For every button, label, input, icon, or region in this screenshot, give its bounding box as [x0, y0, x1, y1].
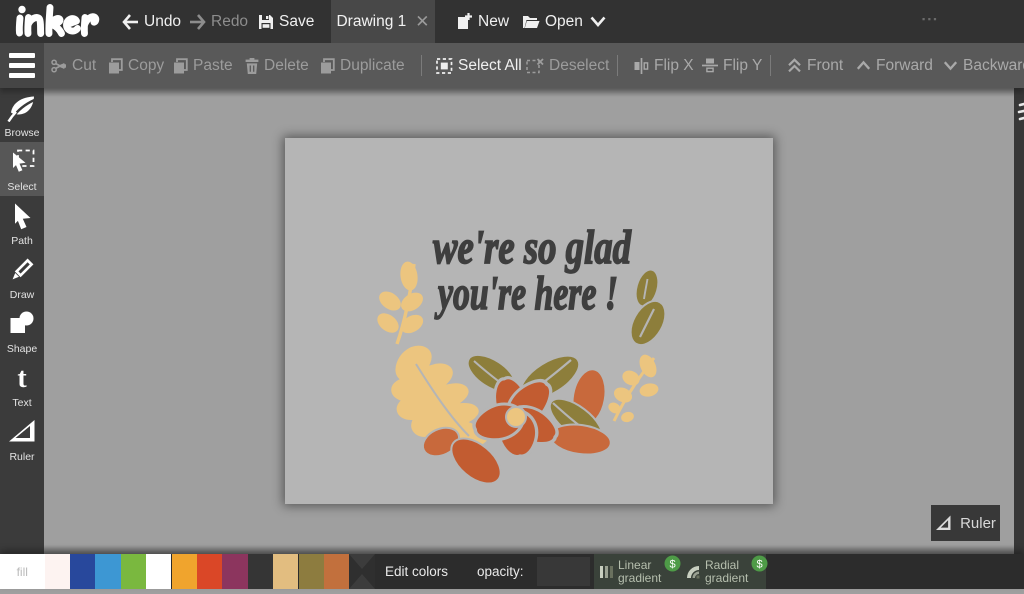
svg-text:you're here !: you're here ! — [434, 267, 618, 320]
svg-text:t: t — [17, 365, 27, 391]
svg-text:$: $ — [757, 559, 763, 571]
svg-text:$: $ — [670, 559, 676, 571]
